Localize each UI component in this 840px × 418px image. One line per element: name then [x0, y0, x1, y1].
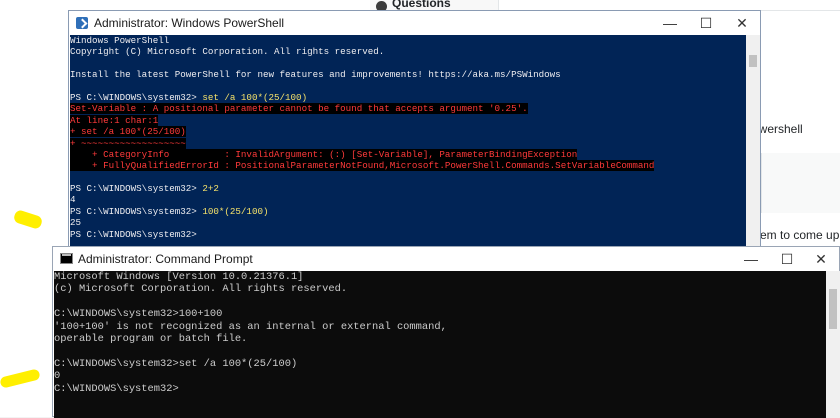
- close-button[interactable]: ✕: [803, 249, 839, 269]
- console-line: 0: [54, 370, 61, 383]
- cmd-icon: [60, 253, 73, 264]
- console-line: C:\WINDOWS\system32>: [54, 382, 179, 395]
- minimize-button[interactable]: —: [652, 13, 688, 33]
- powershell-console[interactable]: Windows PowerShell Copyright (C) Microsof…: [70, 35, 746, 247]
- vertical-scrollbar[interactable]: [746, 35, 760, 247]
- cmd-titlebar[interactable]: Administrator: Command Prompt — ☐ ✕: [53, 247, 839, 271]
- command-text: 100*(25/100): [202, 205, 269, 217]
- command-text: 2+2: [202, 183, 219, 195]
- console-line: + CategoryInfo : InvalidArgument: (:) [S…: [70, 148, 746, 160]
- vertical-scrollbar[interactable]: [826, 271, 840, 418]
- error-text: + CategoryInfo : InvalidArgument: (:) [S…: [70, 148, 578, 160]
- console-line: 25: [70, 217, 746, 228]
- window-title: Administrator: Windows PowerShell: [94, 16, 285, 30]
- console-line: Set-Variable : A positional parameter ca…: [70, 103, 746, 115]
- background-text: em to come up: [760, 228, 840, 242]
- console-line: operable program or batch file.: [54, 332, 248, 345]
- prompt-text: PS C:\WINDOWS\system32>: [70, 91, 203, 103]
- console-line: + FullyQualifiedErrorId : PositionalPara…: [70, 160, 746, 172]
- console-line: PS C:\WINDOWS\system32> 2+2: [70, 183, 746, 194]
- powershell-icon: [76, 17, 88, 29]
- error-text: At line:1 char:1: [70, 114, 159, 126]
- console-line: + set /a 100*(25/100): [70, 126, 746, 138]
- powershell-titlebar[interactable]: Administrator: Windows PowerShell — ☐ ✕: [69, 11, 760, 35]
- output-text: Copyright (C) Microsoft Corporation. All…: [70, 46, 385, 58]
- console-line: Microsoft Windows [Version 10.0.21376.1]: [54, 271, 304, 283]
- scrollbar-thumb[interactable]: [749, 55, 757, 67]
- console-line: C:\WINDOWS\system32>set /a 100*(25/100): [54, 357, 298, 370]
- console-line: C:\WINDOWS\system32>100+100: [54, 308, 223, 321]
- minimize-button[interactable]: —: [733, 249, 769, 269]
- error-text: + set /a 100*(25/100): [70, 126, 186, 138]
- console-line: + ~~~~~~~~~~~~~~~~~~~: [70, 137, 746, 149]
- cmd-window[interactable]: Administrator: Command Prompt — ☐ ✕ Micr…: [52, 246, 840, 418]
- command-text: set /a 100*(25/100): [202, 91, 308, 103]
- cmd-console[interactable]: Microsoft Windows [Version 10.0.21376.1]…: [54, 271, 826, 418]
- console-line: (c) Microsoft Corporation. All rights re…: [54, 283, 348, 296]
- error-text: + FullyQualifiedErrorId : PositionalPara…: [70, 160, 655, 172]
- console-line: At line:1 char:1: [70, 114, 746, 126]
- prompt-text: PS C:\WINDOWS\system32>: [70, 228, 197, 240]
- error-text: Set-Variable : A positional parameter ca…: [70, 103, 528, 115]
- side-panel: [761, 153, 840, 213]
- console-line: Windows PowerShell: [70, 35, 746, 46]
- prompt-text: PS C:\WINDOWS\system32>: [70, 183, 203, 195]
- window-title: Administrator: Command Prompt: [78, 252, 253, 266]
- console-line: Install the latest PowerShell for new fe…: [70, 69, 746, 80]
- console-line: '100+100' is not recognized as an intern…: [54, 320, 447, 333]
- error-text: + ~~~~~~~~~~~~~~~~~~~: [70, 137, 186, 149]
- console-line: 4: [70, 194, 746, 205]
- output-text: Windows PowerShell: [70, 35, 170, 46]
- maximize-button[interactable]: ☐: [769, 249, 805, 269]
- output-text: Install the latest PowerShell for new fe…: [70, 69, 561, 81]
- close-button[interactable]: ✕: [724, 13, 760, 33]
- console-line: PS C:\WINDOWS\system32> 100*(25/100): [70, 206, 746, 217]
- prompt-text: PS C:\WINDOWS\system32>: [70, 205, 203, 217]
- questions-tab-label: Questions: [392, 0, 451, 10]
- console-line: Copyright (C) Microsoft Corporation. All…: [70, 46, 746, 57]
- console-line: PS C:\WINDOWS\system32>: [70, 229, 746, 240]
- powershell-window[interactable]: Administrator: Windows PowerShell — ☐ ✕ …: [68, 10, 761, 248]
- output-text: 25: [70, 217, 82, 229]
- maximize-button[interactable]: ☐: [688, 13, 724, 33]
- scrollbar-thumb[interactable]: [829, 289, 837, 329]
- console-line: PS C:\WINDOWS\system32> set /a 100*(25/1…: [70, 92, 746, 103]
- output-text: 4: [70, 194, 76, 206]
